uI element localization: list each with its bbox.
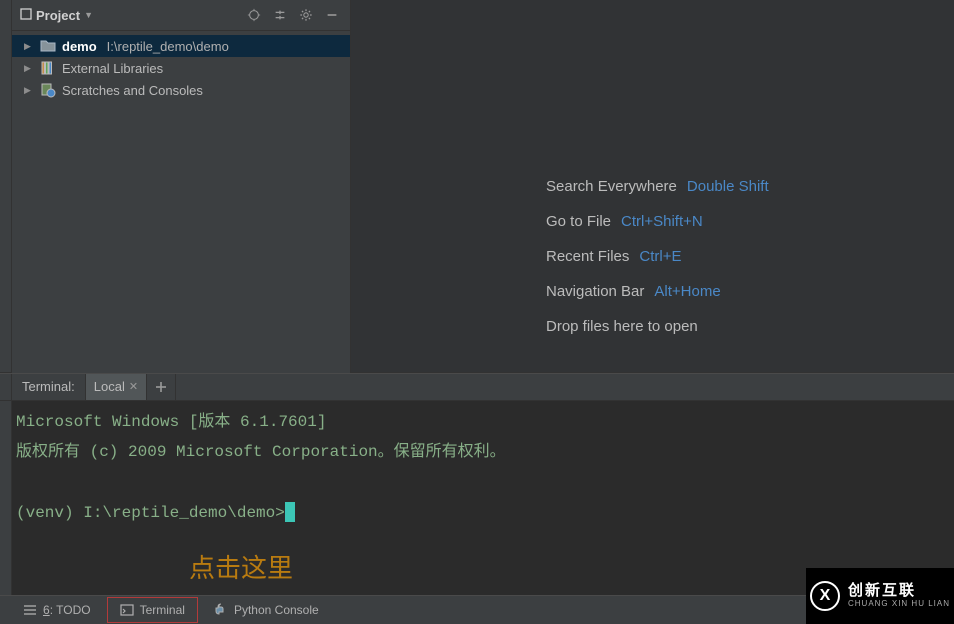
brand-mark: X [810, 581, 840, 611]
brand-name-en: CHUANG XIN HU LIAN [848, 600, 950, 609]
todo-icon [23, 603, 37, 617]
project-toolbar: Project ▼ [12, 0, 350, 31]
tree-label: demo [62, 39, 97, 54]
terminal-prompt: (venv) I:\reptile_demo\demo> [16, 504, 285, 522]
terminal-line: 版权所有 (c) 2009 Microsoft Corporation。保留所有… [16, 443, 506, 461]
watermark-brand: X 创新互联 CHUANG XIN HU LIAN [806, 568, 954, 624]
terminal-output[interactable]: Microsoft Windows [版本 6.1.7601] 版权所有 (c)… [12, 401, 954, 595]
tree-path: I:\reptile_demo\demo [107, 39, 229, 54]
todo-tool-button[interactable]: 6: TODO [11, 596, 103, 624]
tree-label: Scratches and Consoles [62, 83, 203, 98]
terminal-header: Terminal: Local ✕ [0, 373, 954, 401]
hint-go-to-file: Go to File Ctrl+Shift+N [546, 213, 769, 230]
left-tool-strip[interactable] [0, 0, 12, 373]
hide-icon[interactable] [322, 5, 342, 25]
python-icon [214, 603, 228, 617]
new-terminal-tab-button[interactable] [147, 374, 176, 400]
left-tool-strip-lower[interactable] [0, 401, 12, 595]
empty-editor-area[interactable]: Search Everywhere Double Shift Go to Fil… [351, 0, 954, 373]
tree-label: External Libraries [62, 61, 163, 76]
scratch-icon [40, 82, 56, 98]
terminal-title: Terminal: [12, 374, 85, 400]
terminal-tool-button[interactable]: Terminal [107, 597, 198, 623]
tree-item-external-libraries[interactable]: ▶ External Libraries [12, 57, 350, 79]
tree-item-demo[interactable]: ▶ demo I:\reptile_demo\demo [12, 35, 350, 57]
editor-hints: Search Everywhere Double Shift Go to Fil… [546, 178, 769, 335]
expand-icon[interactable]: ▶ [24, 63, 34, 74]
hint-recent-files: Recent Files Ctrl+E [546, 248, 769, 265]
expand-icon[interactable]: ▶ [24, 85, 34, 96]
terminal-line: Microsoft Windows [版本 6.1.7601] [16, 413, 326, 431]
collapse-all-icon[interactable] [270, 5, 290, 25]
annotation-text: 点击这里 [189, 544, 293, 593]
project-tree[interactable]: ▶ demo I:\reptile_demo\demo ▶ External L… [12, 31, 350, 105]
tree-item-scratches[interactable]: ▶ Scratches and Consoles [12, 79, 350, 101]
project-view-label: Project [36, 8, 80, 23]
terminal-icon [120, 603, 134, 617]
project-tool-window: Project ▼ ▶ [12, 0, 351, 373]
project-view-icon [20, 8, 32, 23]
locate-icon[interactable] [244, 5, 264, 25]
library-icon [40, 60, 56, 76]
tab-label: Local [94, 379, 125, 394]
project-view-selector[interactable]: Project ▼ [20, 8, 93, 23]
hint-navigation-bar: Navigation Bar Alt+Home [546, 283, 769, 300]
gear-icon[interactable] [296, 5, 316, 25]
chevron-down-icon: ▼ [84, 10, 93, 20]
hint-drop-files: Drop files here to open [546, 318, 769, 335]
folder-icon [40, 38, 56, 54]
expand-icon[interactable]: ▶ [24, 41, 34, 52]
terminal-tab-local[interactable]: Local ✕ [85, 374, 147, 400]
hint-search-everywhere: Search Everywhere Double Shift [546, 178, 769, 195]
python-console-tool-button[interactable]: Python Console [202, 596, 331, 624]
brand-name-cn: 创新互联 [848, 583, 950, 600]
terminal-cursor [285, 502, 295, 522]
close-icon[interactable]: ✕ [129, 380, 138, 393]
